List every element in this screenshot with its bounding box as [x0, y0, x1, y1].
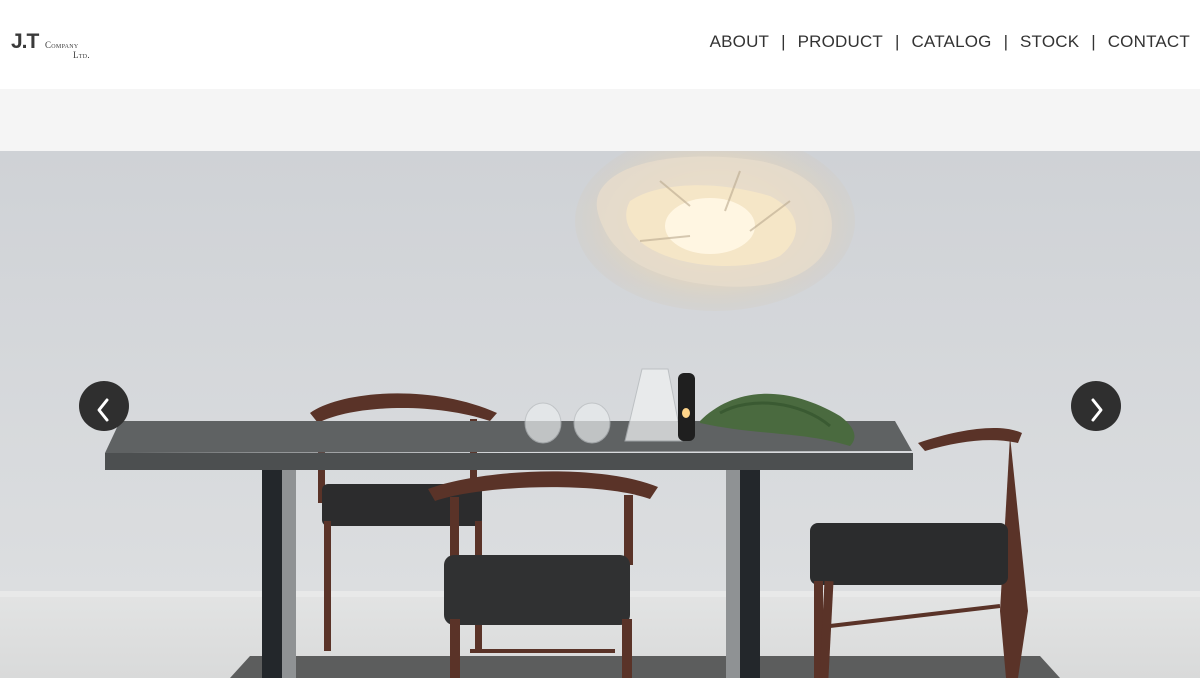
logo-main-text: J.T [11, 30, 39, 53]
slider-prev-button[interactable] [79, 381, 129, 431]
chevron-left-icon [97, 398, 109, 422]
nav-separator: | [781, 32, 786, 51]
chevron-right-icon [1091, 398, 1103, 422]
nav-separator: | [1091, 32, 1096, 51]
nav-about[interactable]: ABOUT [710, 32, 770, 52]
nav-separator: | [1003, 32, 1008, 51]
main-nav: ABOUT | PRODUCT | CATALOG | STOCK | CONT… [710, 32, 1190, 52]
nav-product[interactable]: PRODUCT [798, 32, 883, 52]
hero-image [0, 151, 1200, 678]
nav-separator: | [895, 32, 900, 51]
site-header: J.T Company Ltd. ABOUT | PRODUCT | CATAL… [0, 0, 1200, 89]
nav-catalog[interactable]: CATALOG [911, 32, 991, 52]
header-band [0, 89, 1200, 151]
hero-slider[interactable] [0, 151, 1200, 678]
slider-next-button[interactable] [1071, 381, 1121, 431]
nav-stock[interactable]: STOCK [1020, 32, 1079, 52]
site-logo[interactable]: J.T Company Ltd. [11, 30, 111, 62]
nav-contact[interactable]: CONTACT [1108, 32, 1190, 52]
logo-ltd-text: Ltd. [73, 50, 90, 60]
logo-company-text: Company [45, 40, 79, 50]
